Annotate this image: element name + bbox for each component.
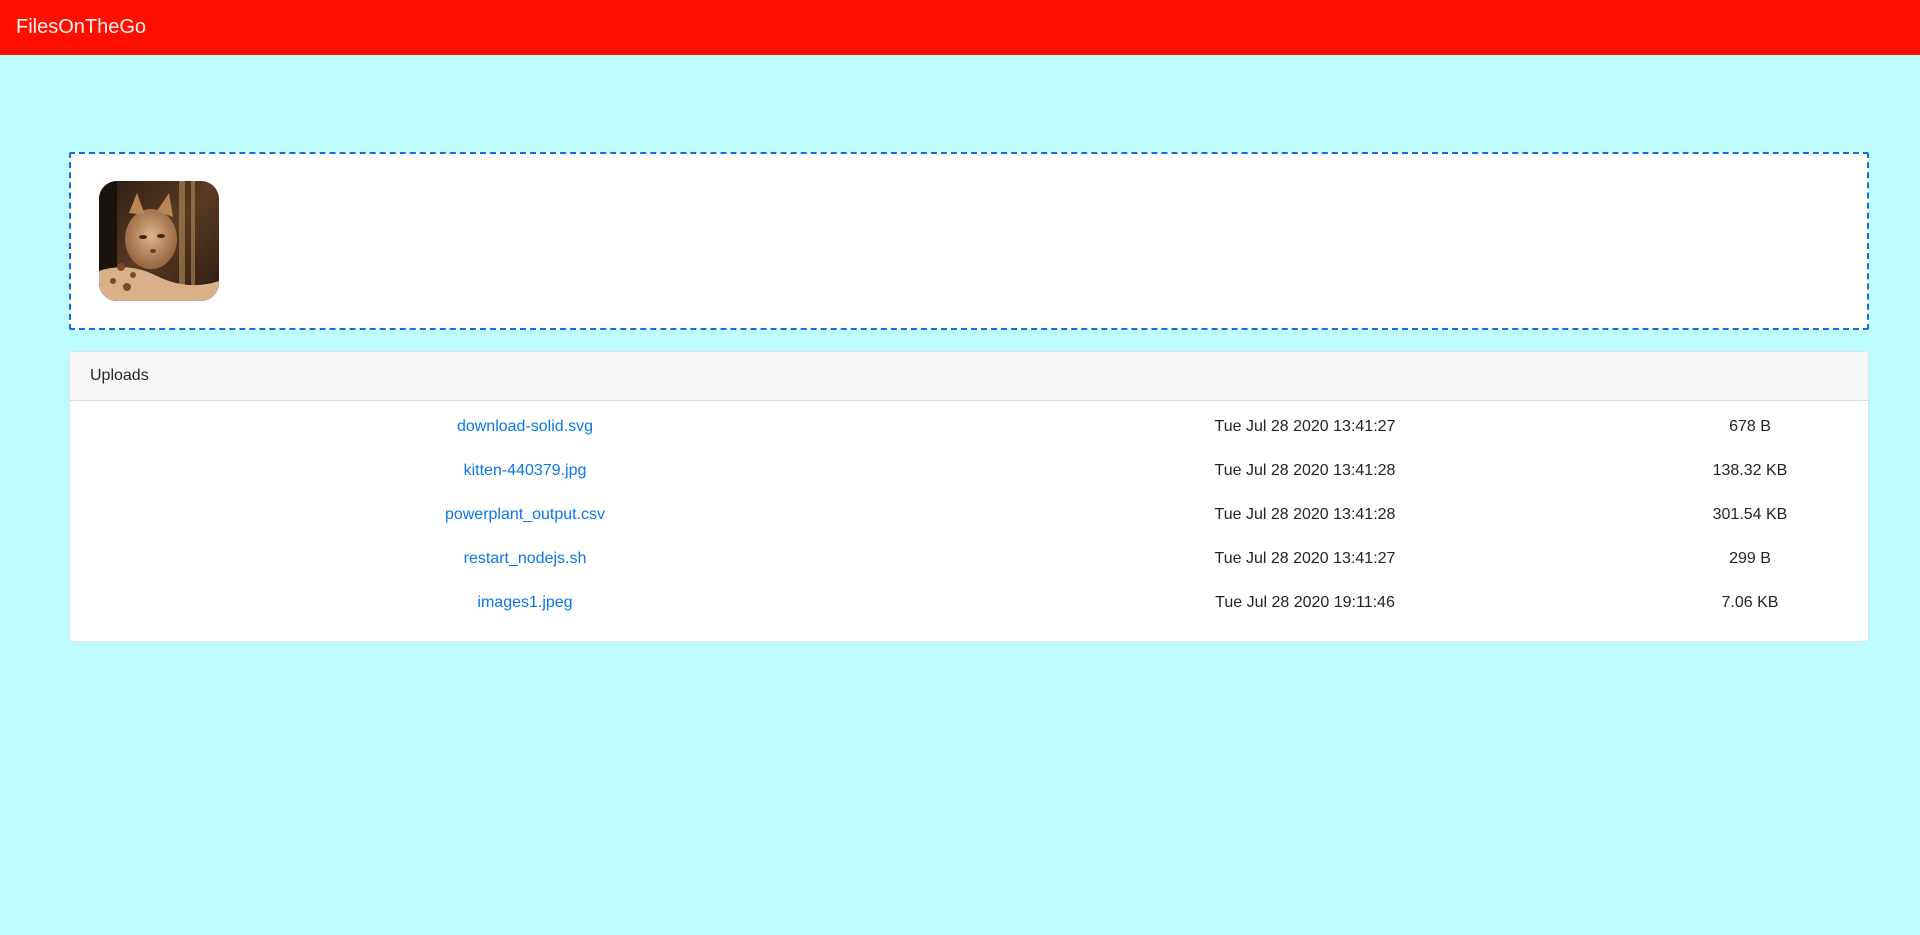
- file-link[interactable]: download-solid.svg: [457, 418, 593, 435]
- file-link[interactable]: images1.jpeg: [477, 594, 572, 611]
- file-size: 7.06 KB: [1721, 594, 1779, 611]
- uploads-card: Uploads download-solid.svg Tue Jul 28 20…: [69, 351, 1869, 642]
- top-navbar: FilesOnTheGo: [0, 0, 1920, 55]
- file-date: Tue Jul 28 2020 13:41:27: [1214, 550, 1396, 567]
- brand-link[interactable]: FilesOnTheGo: [16, 16, 146, 39]
- uploads-list: download-solid.svg Tue Jul 28 2020 13:41…: [70, 401, 1868, 632]
- file-size: 299 B: [1729, 550, 1771, 567]
- upload-dropzone[interactable]: [69, 152, 1869, 330]
- file-size: 678 B: [1729, 418, 1771, 435]
- file-date: Tue Jul 28 2020 13:41:27: [1214, 418, 1396, 435]
- file-date: Tue Jul 28 2020 13:41:28: [1214, 462, 1396, 479]
- uploads-header: Uploads: [70, 352, 1868, 401]
- file-date: Tue Jul 28 2020 19:11:46: [1215, 594, 1395, 611]
- cat-photo-thumbnail[interactable]: [99, 181, 219, 301]
- file-link[interactable]: restart_nodejs.sh: [464, 550, 587, 567]
- file-size: 138.32 KB: [1712, 462, 1788, 479]
- file-date: Tue Jul 28 2020 13:41:28: [1214, 506, 1396, 523]
- file-size: 301.54 KB: [1712, 506, 1788, 523]
- file-link[interactable]: powerplant_output.csv: [445, 506, 605, 523]
- file-link[interactable]: kitten-440379.jpg: [464, 462, 587, 479]
- cat-photo-icon: [99, 181, 219, 301]
- file-row: images1.jpeg Tue Jul 28 2020 19:11:46 7.…: [70, 588, 1868, 632]
